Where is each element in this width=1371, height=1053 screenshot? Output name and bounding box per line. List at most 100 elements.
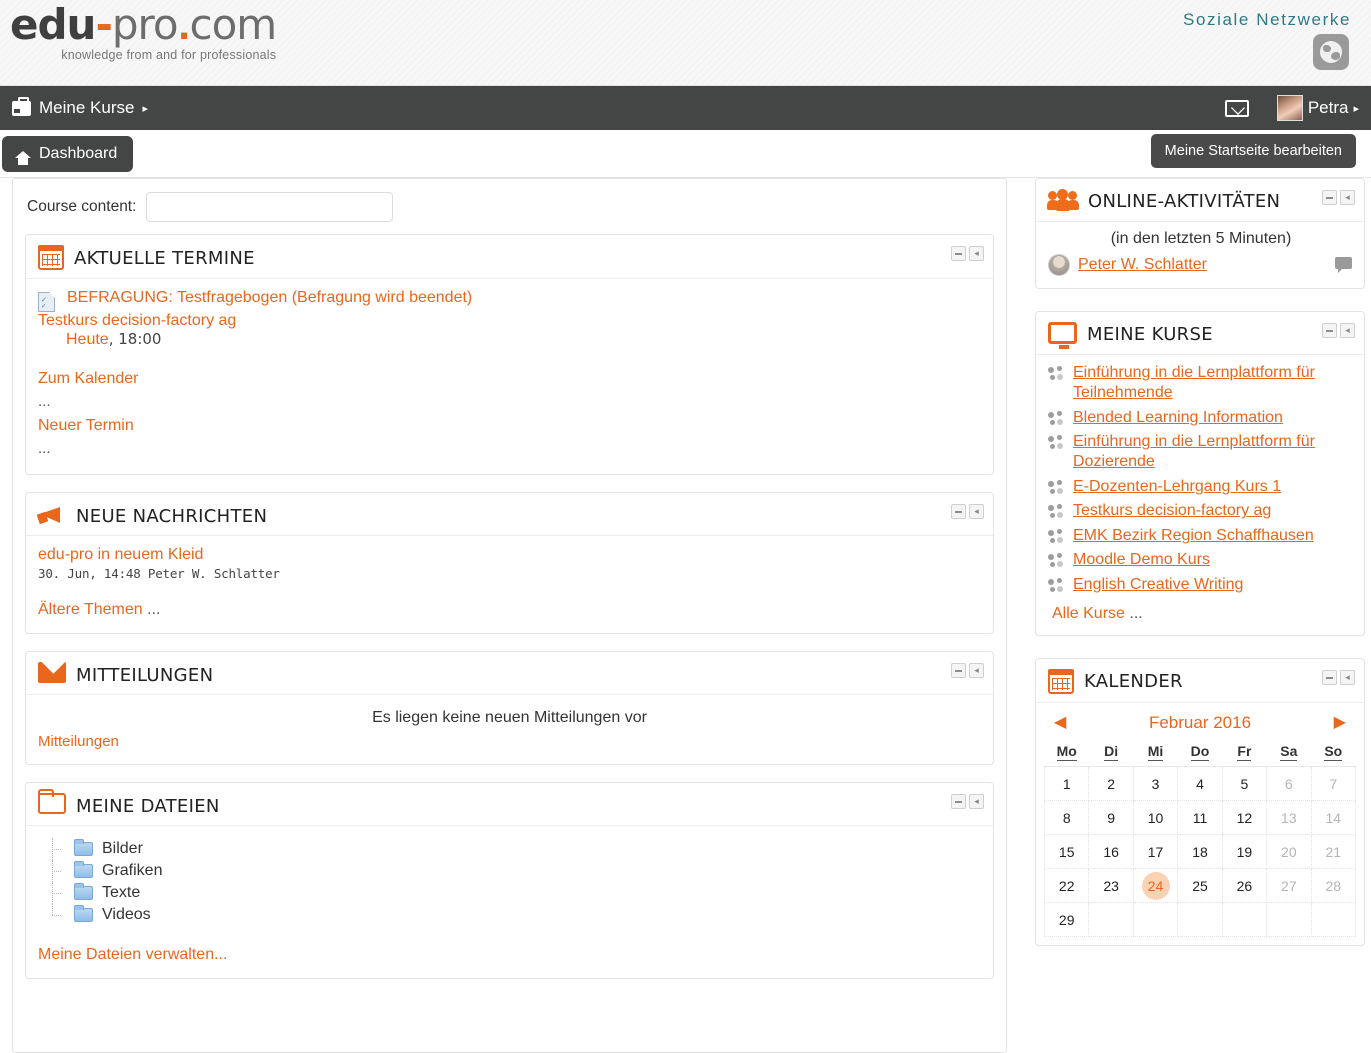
course-cluster-icon (1048, 365, 1065, 382)
tab-dashboard[interactable]: Dashboard (2, 136, 134, 172)
main-column: Course content: AKTUELLE TERMINE ◂ ✓✓ B (12, 178, 1007, 1053)
list-item[interactable]: Bilder (52, 838, 981, 860)
list-item[interactable]: Videos (52, 904, 981, 926)
calendar-day[interactable]: 13 (1266, 800, 1312, 836)
messages-empty-text: Es liegen keine neuen Mitteilungen vor (372, 709, 647, 726)
list-item[interactable]: English Creative Writing (1048, 575, 1354, 595)
calendar-day[interactable]: 10 (1132, 800, 1179, 836)
course-link[interactable]: Einführung in die Lernplattform für Dozi… (1073, 432, 1354, 473)
go-to-calendar-link[interactable]: Zum Kalender (38, 367, 981, 391)
calendar-day[interactable]: 17 (1132, 834, 1179, 870)
calendar-day[interactable]: 27 (1266, 868, 1312, 904)
calendar-day[interactable]: 26 (1221, 868, 1268, 904)
chat-bubble-icon[interactable] (1335, 257, 1352, 273)
calendar-day[interactable]: 6 (1266, 766, 1312, 802)
list-item[interactable]: Moodle Demo Kurs (1048, 550, 1354, 570)
calendar-week-row: 1 2 3 4 5 6 7 (1043, 766, 1357, 802)
calendar-day[interactable]: 5 (1221, 766, 1268, 802)
calendar-day[interactable]: 16 (1088, 834, 1134, 870)
prev-month-icon[interactable]: ◀ (1054, 715, 1066, 731)
calendar-day[interactable]: 15 (1043, 834, 1090, 870)
social-networks-label: Soziale Netzwerke (1183, 10, 1351, 29)
course-link[interactable]: E-Dozenten-Lehrgang Kurs 1 (1073, 477, 1281, 497)
course-link[interactable]: Blended Learning Information (1073, 408, 1283, 428)
calendar-day[interactable]: 9 (1088, 800, 1134, 836)
calendar-day[interactable]: 22 (1043, 868, 1090, 904)
people-icon (1047, 189, 1079, 213)
older-topics-link[interactable]: Ältere Themen (38, 601, 143, 618)
collapse-icon[interactable] (1322, 190, 1337, 205)
edit-homepage-button[interactable]: Meine Startseite bearbeiten (1150, 134, 1356, 168)
course-link[interactable]: EMK Bezirk Region Schaffhausen (1073, 526, 1314, 546)
day-header-so: So (1311, 737, 1356, 768)
calendar-day[interactable]: 29 (1043, 902, 1090, 938)
collapse-icon[interactable] (951, 246, 966, 261)
list-item[interactable]: EMK Bezirk Region Schaffhausen (1048, 526, 1354, 546)
calendar-day[interactable]: 20 (1266, 834, 1312, 870)
dock-left-icon[interactable]: ◂ (1340, 323, 1355, 338)
main-navbar: Meine Kurse ▸ Petra ▸ (0, 86, 1371, 130)
my-courses-menu[interactable]: Meine Kurse ▸ (12, 96, 148, 118)
course-link[interactable]: Testkurs decision-factory ag (1073, 501, 1271, 521)
dock-left-icon[interactable]: ◂ (969, 504, 984, 519)
globe-icon[interactable] (1313, 34, 1349, 70)
list-item[interactable]: Einführung in die Lernplattform für Teil… (1048, 363, 1354, 404)
calendar-day[interactable]: 3 (1132, 766, 1179, 802)
list-item[interactable]: Blended Learning Information (1048, 408, 1354, 428)
collapse-icon[interactable] (951, 504, 966, 519)
online-user-link[interactable]: Peter W. Schlatter (1078, 256, 1207, 274)
course-link[interactable]: Moodle Demo Kurs (1073, 550, 1210, 570)
collapse-icon[interactable] (1322, 323, 1337, 338)
calendar-day[interactable]: 19 (1221, 834, 1268, 870)
calendar-day[interactable]: 4 (1177, 766, 1223, 802)
all-courses-row: Alle Kurse ... (1048, 605, 1354, 623)
collapse-icon[interactable] (951, 663, 966, 678)
new-event-link[interactable]: Neuer Termin (38, 414, 981, 438)
day-header-mi: Mi (1133, 737, 1178, 768)
event-course-link[interactable]: Testkurs decision-factory ag (38, 312, 981, 330)
calendar-day[interactable]: 28 (1310, 868, 1357, 904)
tab-dashboard-label: Dashboard (39, 145, 118, 162)
course-link[interactable]: English Creative Writing (1073, 575, 1243, 595)
calendar-icon (1048, 669, 1074, 695)
calendar-day[interactable]: 7 (1310, 766, 1357, 802)
dock-left-icon[interactable]: ◂ (969, 246, 984, 261)
calendar-day[interactable]: 12 (1221, 800, 1268, 836)
manage-files-link[interactable]: Meine Dateien verwalten... (38, 946, 981, 964)
all-courses-link[interactable]: Alle Kurse (1052, 605, 1125, 622)
calendar-day[interactable]: 23 (1088, 868, 1134, 904)
site-logo[interactable]: edu-pro.com knowledge from and for profe… (10, 4, 277, 63)
block-controls: ◂ (1322, 323, 1355, 338)
event-day-link[interactable]: Heute (66, 331, 109, 348)
user-menu[interactable]: Petra ▸ (1276, 95, 1359, 121)
calendar-day[interactable]: 8 (1043, 800, 1090, 836)
list-item[interactable]: Testkurs decision-factory ag (1048, 501, 1354, 521)
news-item-title[interactable]: edu-pro in neuem Kleid (38, 546, 981, 564)
dock-left-icon[interactable]: ◂ (969, 663, 984, 678)
list-item[interactable]: Texte (52, 882, 981, 904)
next-month-icon[interactable]: ▶ (1334, 715, 1346, 731)
block-my-courses: MEINE KURSE ◂ Einführung in die Lernplat… (1035, 311, 1365, 637)
envelope-icon[interactable] (1224, 99, 1249, 117)
dock-left-icon[interactable]: ◂ (1340, 190, 1355, 205)
messages-link[interactable]: Mitteilungen (38, 733, 119, 750)
calendar-day[interactable]: 25 (1177, 868, 1223, 904)
calendar-day[interactable]: 14 (1310, 800, 1357, 836)
calendar-day[interactable]: 21 (1310, 834, 1357, 870)
file-label: Bilder (102, 840, 143, 857)
calendar-day[interactable]: 11 (1177, 800, 1223, 836)
calendar-day[interactable]: 1 (1043, 766, 1090, 802)
course-content-input[interactable] (146, 192, 394, 222)
list-item[interactable]: E-Dozenten-Lehrgang Kurs 1 (1048, 477, 1354, 497)
list-item[interactable]: Grafiken (52, 860, 981, 882)
calendar-day[interactable]: 2 (1088, 766, 1134, 802)
dock-left-icon[interactable]: ◂ (1340, 670, 1355, 686)
collapse-icon[interactable] (1322, 670, 1337, 686)
list-item[interactable]: Einführung in die Lernplattform für Dozi… (1048, 432, 1354, 473)
course-link[interactable]: Einführung in die Lernplattform für Teil… (1073, 363, 1354, 404)
collapse-icon[interactable] (951, 794, 966, 809)
event-link[interactable]: BEFRAGUNG: Testfragebogen (Befragung wir… (67, 289, 472, 307)
calendar-day-today[interactable]: 24 (1132, 868, 1179, 904)
dock-left-icon[interactable]: ◂ (969, 794, 984, 809)
calendar-day[interactable]: 18 (1177, 834, 1223, 870)
